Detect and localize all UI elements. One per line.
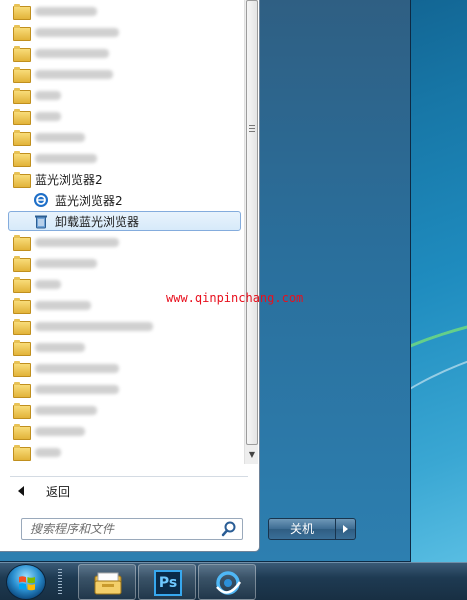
program-folder-item[interactable]: [8, 43, 241, 63]
program-folder-item[interactable]: [8, 379, 241, 399]
search-box[interactable]: [21, 518, 243, 540]
start-menu: 蓝光浏览器2 蓝光浏览器2 卸载蓝光浏览器 ▼ 返回 关机: [0, 0, 411, 562]
folder-icon: [13, 46, 31, 62]
program-folder-item[interactable]: [8, 22, 241, 42]
shutdown-options-arrow-icon[interactable]: [336, 518, 356, 540]
back-label: 返回: [46, 484, 71, 499]
watermark-text: www.qinpinchang.com: [166, 291, 304, 305]
obscured-label: [35, 153, 97, 163]
obscured-label: [35, 342, 85, 352]
obscured-label: [35, 384, 119, 394]
program-folder-item[interactable]: [8, 85, 241, 105]
folder-icon: [13, 88, 31, 104]
program-folder-item[interactable]: [8, 127, 241, 147]
folder-icon: [13, 445, 31, 461]
program-folder-item[interactable]: [8, 400, 241, 420]
program-shortcut-item[interactable]: 蓝光浏览器2: [8, 190, 241, 210]
program-folder-item[interactable]: [8, 358, 241, 378]
program-folder-item[interactable]: 蓝光浏览器2: [8, 169, 241, 189]
folder-icon: [13, 25, 31, 41]
taskbar-grip: [58, 569, 62, 595]
folder-icon: [13, 403, 31, 419]
program-label: 蓝光浏览器2: [35, 172, 103, 187]
folder-icon: [13, 361, 31, 377]
scrollbar-grip-icon: [249, 125, 255, 133]
folder-icon: [13, 382, 31, 398]
obscured-label: [35, 132, 85, 142]
program-folder-item[interactable]: [8, 337, 241, 357]
obscured-label: [35, 405, 97, 415]
folder-icon: [13, 109, 31, 125]
folder-icon: [13, 67, 31, 83]
folder-icon: [13, 235, 31, 251]
program-list-scrollbar[interactable]: ▼: [244, 0, 258, 464]
obscured-label: [35, 321, 153, 331]
program-label: 蓝光浏览器2: [55, 193, 123, 208]
folder-explorer-icon: [94, 572, 122, 595]
all-programs-list: 蓝光浏览器2 蓝光浏览器2 卸载蓝光浏览器: [0, 0, 244, 464]
folder-icon: [13, 298, 31, 314]
program-folder-item[interactable]: [8, 232, 241, 252]
obscured-label: [35, 69, 113, 79]
program-folder-item[interactable]: [8, 148, 241, 168]
program-folder-item[interactable]: [8, 106, 241, 126]
windows-logo-icon: [19, 576, 35, 591]
program-folder-item[interactable]: [8, 1, 241, 21]
obscured-label: [35, 237, 119, 247]
obscured-label: [35, 6, 97, 16]
obscured-label: [35, 90, 61, 100]
folder-icon: [13, 4, 31, 20]
program-shortcut-item[interactable]: 卸载蓝光浏览器: [8, 211, 241, 231]
obscured-label: [35, 27, 119, 37]
program-label: 卸载蓝光浏览器: [55, 214, 140, 229]
browser-icon: [216, 571, 242, 595]
folder-icon: [13, 340, 31, 356]
search-icon[interactable]: [220, 520, 238, 538]
folder-icon: [13, 277, 31, 293]
back-button[interactable]: 返回: [10, 480, 248, 502]
obscured-label: [35, 426, 85, 436]
photoshop-icon: Ps: [154, 570, 182, 596]
divider: [10, 476, 248, 477]
folder-icon: [13, 130, 31, 146]
back-arrow-icon: [18, 486, 24, 496]
start-button[interactable]: [6, 564, 46, 600]
program-folder-item[interactable]: [8, 442, 241, 462]
recycle-bin-icon: [35, 215, 47, 229]
obscured-label: [35, 279, 61, 289]
folder-icon: [13, 256, 31, 272]
search-input[interactable]: [22, 522, 220, 536]
program-folder-item[interactable]: [8, 253, 241, 273]
obscured-label: [35, 300, 91, 310]
obscured-label: [35, 48, 109, 58]
shutdown-button[interactable]: 关机: [268, 518, 336, 540]
program-folder-item[interactable]: [8, 421, 241, 441]
folder-icon: [13, 424, 31, 440]
folder-icon: [13, 319, 31, 335]
program-folder-item[interactable]: [8, 316, 241, 336]
obscured-label: [35, 111, 61, 121]
taskbar: Ps: [0, 562, 467, 600]
taskbar-browser-button[interactable]: [198, 564, 256, 600]
taskbar-explorer-button[interactable]: [78, 564, 136, 600]
folder-icon: [13, 151, 31, 167]
obscured-label: [35, 447, 61, 457]
scroll-down-arrow-icon[interactable]: ▼: [245, 446, 259, 464]
obscured-label: [35, 258, 97, 268]
folder-icon: [13, 172, 31, 188]
scrollbar-thumb[interactable]: [246, 0, 258, 445]
ie-icon: [34, 193, 48, 207]
programs-pane: 蓝光浏览器2 蓝光浏览器2 卸载蓝光浏览器 ▼ 返回: [0, 0, 260, 552]
obscured-label: [35, 363, 119, 373]
program-folder-item[interactable]: [8, 64, 241, 84]
taskbar-photoshop-button[interactable]: Ps: [138, 564, 196, 600]
